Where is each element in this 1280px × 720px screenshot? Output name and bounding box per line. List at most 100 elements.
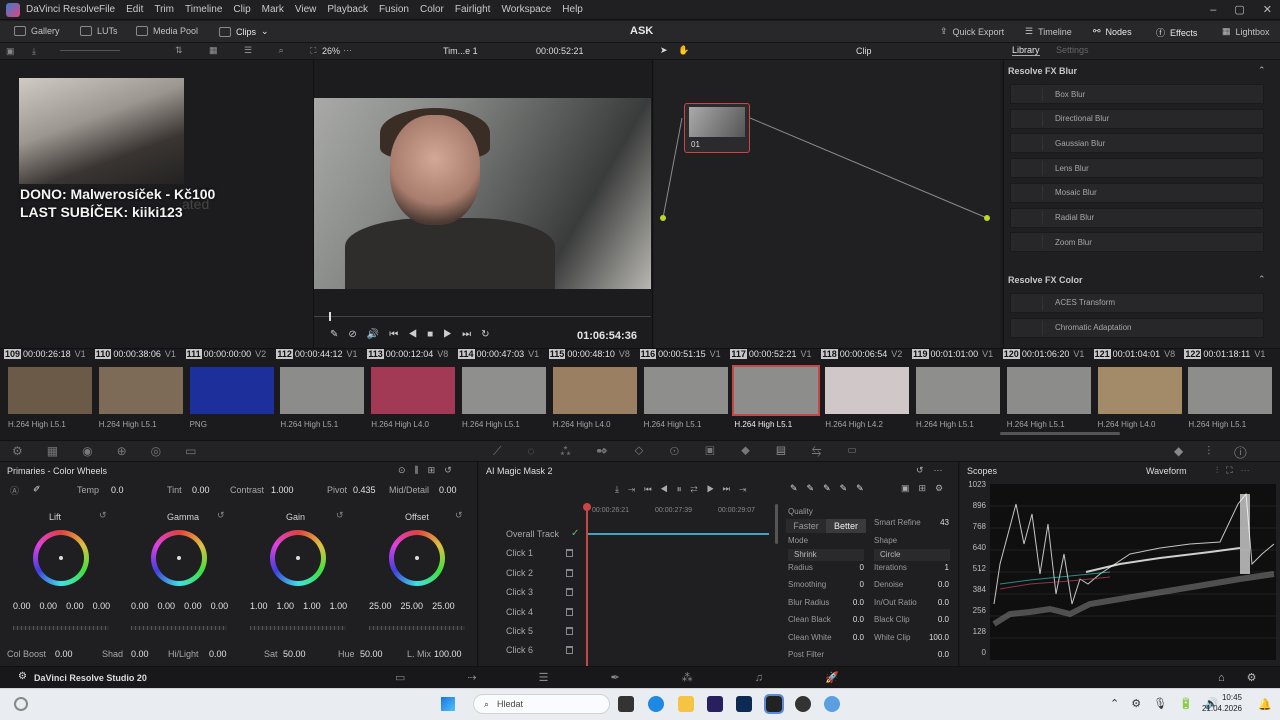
trash-icon[interactable] [566, 568, 573, 577]
davinci-taskbar-icon[interactable] [764, 694, 784, 714]
wheel-value[interactable]: 0.00 [184, 601, 202, 611]
sidebar-toggle-icon[interactable]: ▣ [6, 46, 15, 57]
wheel-value[interactable]: 1.00 [330, 601, 348, 611]
home-settings-icons[interactable]: ⌂⚙ [1218, 671, 1279, 684]
mode-select[interactable]: Shrink [788, 549, 864, 561]
prop-value[interactable]: 0.0 [834, 615, 864, 624]
wheel-master-slider[interactable] [250, 626, 346, 630]
close-button[interactable]: ✕ [1263, 3, 1272, 16]
lmix-value[interactable]: 100.00 [434, 649, 462, 659]
prop-value[interactable]: 0.0 [834, 633, 864, 642]
trash-icon[interactable] [566, 549, 573, 558]
mask-row-label[interactable]: Click 5 [506, 626, 533, 636]
clip-122[interactable]: 122 00:01:18:11 V1 H.264 High L5.1 [1184, 349, 1274, 435]
scope-type-select[interactable]: Waveform [1146, 466, 1187, 476]
fx-item[interactable]: Box Blur [1010, 84, 1264, 104]
clip-121[interactable]: 121 00:01:04:01 V8 H.264 High L4.0 [1093, 349, 1184, 435]
prop-value[interactable]: 1 [919, 563, 949, 572]
luts-button[interactable]: LUTs [80, 26, 118, 36]
colboost-value[interactable]: 0.00 [55, 649, 73, 659]
library-section-title[interactable]: Resolve FX Color [1008, 275, 1083, 285]
middetail-value[interactable]: 0.00 [439, 485, 457, 495]
node-mode-selector[interactable]: Clip [856, 46, 872, 56]
menu-item-timeline[interactable]: Timeline [185, 4, 222, 15]
pivot-value[interactable]: 0.435 [353, 485, 376, 495]
mask-transport-icons[interactable]: ⤓⇥⏮◀⏸⇄▶⏭⇥ [615, 484, 755, 495]
menu-item-workspace[interactable]: Workspace [501, 4, 551, 15]
minimize-button[interactable]: – [1210, 4, 1216, 16]
menu-item-fusion[interactable]: Fusion [379, 4, 409, 15]
clip-115[interactable]: 115 00:00:48:10 V8 H.264 High L4.0 [548, 349, 639, 435]
wheel-value[interactable]: 25.00 [401, 601, 424, 611]
temp-value[interactable]: 0.0 [111, 485, 124, 495]
clip-117[interactable]: 117 00:00:52:21 V1 H.264 High L5.1 [730, 349, 821, 435]
picker-icon[interactable]: ✐ [33, 484, 41, 495]
premiere-icon[interactable] [707, 696, 723, 712]
left-tool-icons[interactable]: ⚙▦◉⊕◎▭ [12, 444, 220, 458]
media-pool-button[interactable]: Media Pool [136, 26, 198, 36]
trash-icon[interactable] [566, 588, 573, 597]
wheel-center-dot[interactable] [296, 556, 300, 560]
fx-item[interactable]: Chromatic Adaptation [1010, 317, 1264, 338]
taskbar-search[interactable]: ⌕ Hledat [473, 694, 610, 714]
playhead[interactable] [329, 312, 331, 321]
timeline-selector[interactable]: Tim...e 1 [443, 46, 478, 56]
clip-strip-scrollbar[interactable] [1000, 432, 1120, 435]
prop-value[interactable]: 0.0 [919, 598, 949, 607]
hand-tool-icon[interactable]: ✋ [678, 45, 689, 56]
maximize-button[interactable]: ▢ [1234, 3, 1244, 16]
lightbox-button[interactable]: ▦ Lightbox [1222, 26, 1270, 37]
clip-110[interactable]: 110 00:00:38:06 V1 H.264 High L5.1 [94, 349, 185, 435]
menu-item-clip[interactable]: Clip [233, 4, 250, 15]
wheel-master-slider[interactable] [13, 626, 109, 630]
center-tool-icons[interactable]: ⟋◌⁂✒◇⊙▣◆▤⇆▭ [493, 444, 883, 459]
clip-thumbnail[interactable] [189, 367, 274, 414]
clip-113[interactable]: 113 00:00:12:04 V8 H.264 High L4.0 [367, 349, 457, 435]
reset-icon[interactable]: ↺ [336, 510, 344, 521]
fx-item[interactable]: Radial Blur [1010, 207, 1264, 228]
clip-thumbnail[interactable] [98, 367, 183, 414]
wheel-value[interactable]: 0.00 [158, 601, 176, 611]
reset-icon[interactable]: ↺ [455, 510, 463, 521]
photoshop-icon[interactable] [736, 696, 752, 712]
wheel-master-slider[interactable] [369, 626, 465, 630]
menu-item-color[interactable]: Color [420, 4, 444, 15]
clip-119[interactable]: 119 00:01:01:00 V1 H.264 High L5.1 [912, 349, 1002, 435]
wheel-value[interactable]: 1.00 [250, 601, 268, 611]
auto-balance-icon[interactable]: Ⓐ [10, 484, 19, 497]
mask-header-icons[interactable]: ↺⋯ [916, 465, 953, 476]
mask-playhead[interactable] [586, 506, 588, 666]
clip-thumbnail[interactable] [8, 367, 92, 414]
transport-controls[interactable]: ✎⊘🔊⏮◀■▶⏭↻ [330, 329, 499, 340]
mask-row-label[interactable]: Overall Track [506, 529, 559, 539]
smart-refine-value[interactable]: 43 [919, 518, 949, 527]
mask-scrollbar[interactable] [775, 504, 778, 544]
trash-icon[interactable] [566, 646, 573, 655]
settings-tab[interactable]: Settings [1056, 45, 1089, 55]
fx-item[interactable]: Mosaic Blur [1010, 182, 1264, 203]
primaries-mode-icons[interactable]: ⊙⫼⊞↺ [398, 465, 461, 476]
wheel-value[interactable]: 0.00 [66, 601, 84, 611]
wheel-value[interactable]: 25.00 [432, 601, 455, 611]
prop-value[interactable]: 100.0 [919, 633, 949, 642]
mask-row-label[interactable]: Click 6 [506, 645, 533, 655]
clip-thumbnail[interactable] [643, 367, 728, 414]
gallery-button[interactable]: Gallery [14, 26, 60, 36]
wheel-master-slider[interactable] [131, 626, 227, 630]
wheel-center-dot[interactable] [177, 556, 181, 560]
clip-thumbnail[interactable] [1006, 367, 1091, 414]
clip-116[interactable]: 116 00:00:51:15 V1 H.264 High L5.1 [639, 349, 730, 435]
menu-item-edit[interactable]: Edit [126, 4, 143, 15]
fx-item[interactable]: Lens Blur [1010, 158, 1264, 179]
clip-118[interactable]: 118 00:00:06:54 V2 H.264 High L4.2 [821, 349, 911, 435]
clip-thumbnail[interactable] [1097, 367, 1182, 414]
library-section-title[interactable]: Resolve FX Blur [1008, 66, 1077, 76]
hue-value[interactable]: 50.00 [360, 649, 383, 659]
thumbnail-zoom-slider[interactable] [60, 50, 120, 51]
tint-value[interactable]: 0.00 [192, 485, 210, 495]
quick-export-button[interactable]: ⇪ Quick Export [940, 26, 1004, 37]
zoom-level[interactable]: 26% [322, 46, 340, 56]
prop-value[interactable]: 0 [834, 563, 864, 572]
mask-playhead-handle[interactable] [583, 503, 591, 511]
clip-thumbnail[interactable] [462, 367, 546, 414]
